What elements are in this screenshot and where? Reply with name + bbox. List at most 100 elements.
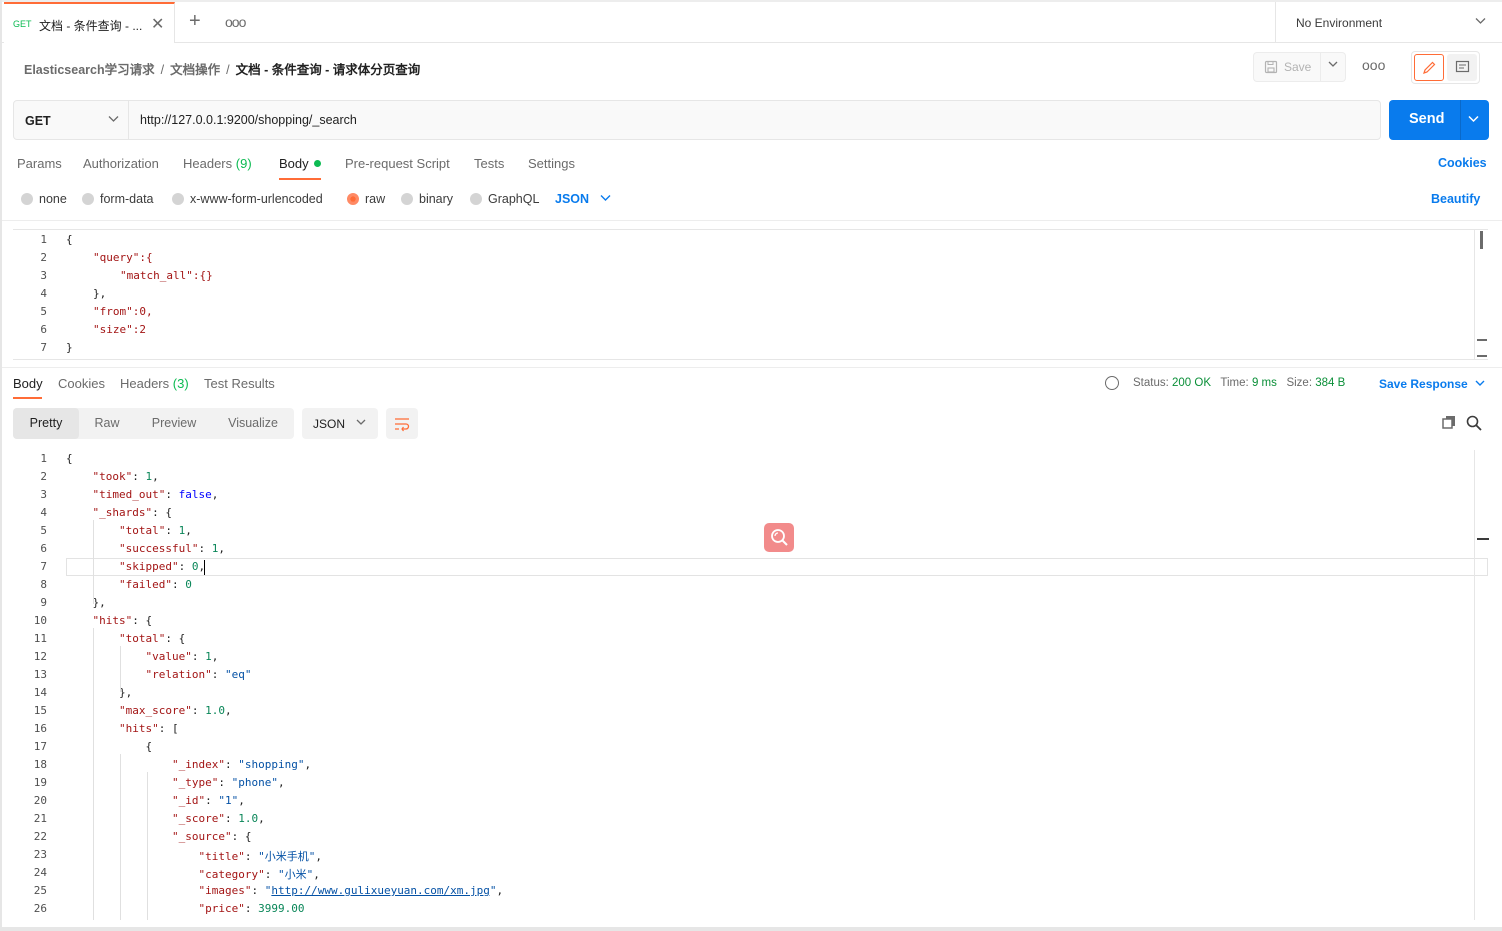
more-horizontal-icon[interactable]: ooo bbox=[225, 14, 246, 30]
radio-label: form-data bbox=[100, 192, 154, 206]
code-line: "from":0, bbox=[93, 305, 153, 318]
code-line: "value": 1, bbox=[145, 650, 219, 663]
tab-body[interactable]: Body bbox=[279, 156, 321, 171]
response-tab-headers[interactable]: Headers (3) bbox=[120, 376, 189, 391]
tab-settings[interactable]: Settings bbox=[528, 156, 575, 171]
code-line: } bbox=[66, 341, 73, 354]
time-value: 9 ms bbox=[1251, 377, 1277, 389]
radio-circle bbox=[82, 193, 94, 205]
url-input[interactable]: http://127.0.0.1:9200/shopping/_search bbox=[140, 113, 357, 127]
radio-none[interactable]: none bbox=[21, 192, 67, 206]
indent-guide bbox=[120, 646, 121, 692]
breadcrumb-collection[interactable]: Elasticsearch学习请求 bbox=[24, 63, 155, 77]
code-line: "_score": 1.0, bbox=[172, 812, 265, 825]
line-number: 3 bbox=[40, 488, 47, 501]
scrollbar[interactable] bbox=[1474, 450, 1489, 920]
view-raw-button[interactable]: Raw bbox=[87, 408, 127, 439]
code-line: "_source": { bbox=[172, 830, 252, 843]
chevron-down-icon[interactable] bbox=[1468, 113, 1479, 127]
code-line: { bbox=[145, 740, 153, 753]
save-response-button[interactable]: Save Response bbox=[1379, 377, 1485, 391]
code-line: "images": "http://www.gulixueyuan.com/xm… bbox=[198, 884, 504, 897]
line-number: 11 bbox=[33, 632, 47, 645]
line-number: 2 bbox=[40, 251, 47, 264]
line-number: 7 bbox=[40, 341, 47, 354]
code-line: "size":2 bbox=[93, 323, 146, 336]
code-line: }, bbox=[92, 596, 106, 609]
scrollbar-thumb[interactable] bbox=[1480, 231, 1483, 249]
line-number: 6 bbox=[40, 323, 47, 336]
tab-method-badge: GET bbox=[13, 19, 32, 29]
line-number: 20 bbox=[33, 794, 47, 807]
code-line: "_id": "1", bbox=[172, 794, 245, 807]
environment-selector[interactable]: No Environment bbox=[1275, 2, 1502, 43]
code-line: "_shards": { bbox=[92, 506, 172, 519]
code-line: "relation": "eq" bbox=[145, 668, 252, 681]
scrollbar[interactable] bbox=[1474, 229, 1489, 360]
chevron-down-icon[interactable] bbox=[600, 192, 611, 206]
tab-prerequest-script[interactable]: Pre-request Script bbox=[345, 156, 450, 171]
tab-headers[interactable]: Headers (9) bbox=[183, 156, 252, 171]
radio-label: x-www-form-urlencoded bbox=[190, 192, 323, 206]
search-icon[interactable] bbox=[1466, 415, 1482, 431]
radio-binary[interactable]: binary bbox=[401, 192, 453, 206]
radio-label: binary bbox=[419, 192, 454, 206]
response-status: Status: 200 OK Time: 9 ms Size: 384 B bbox=[1133, 377, 1345, 389]
tab-authorization[interactable]: Authorization bbox=[83, 156, 159, 171]
copy-icon[interactable] bbox=[1442, 415, 1456, 429]
code-line: "query":{ bbox=[93, 251, 153, 264]
line-number: 26 bbox=[33, 902, 47, 915]
radio-graphql[interactable]: GraphQL bbox=[470, 192, 539, 206]
wrap-lines-button[interactable] bbox=[386, 408, 418, 439]
save-response-label: Save Response bbox=[1379, 377, 1468, 391]
radio-raw[interactable]: raw bbox=[347, 192, 385, 206]
tab-params[interactable]: Params bbox=[17, 156, 62, 171]
globe-icon[interactable] bbox=[1105, 376, 1119, 390]
line-number: 21 bbox=[33, 812, 47, 825]
breadcrumb-folder[interactable]: 文档操作 bbox=[170, 63, 220, 77]
response-tab-test-results[interactable]: Test Results bbox=[204, 376, 275, 391]
edit-mode-button[interactable] bbox=[1414, 54, 1444, 81]
request-body-editor[interactable] bbox=[13, 229, 1488, 360]
close-icon[interactable]: ✕ bbox=[151, 14, 164, 34]
radio-form-data[interactable]: form-data bbox=[82, 192, 154, 206]
search-icon bbox=[771, 529, 788, 546]
text-cursor bbox=[204, 560, 205, 575]
breadcrumb-request[interactable]: 文档 - 条件查询 - 请求体分页查询 bbox=[236, 63, 421, 77]
line-number: 6 bbox=[40, 542, 47, 555]
tab-bar: GET 文档 - 条件查询 - ... ✕ + ooo No Environme… bbox=[2, 0, 1502, 43]
chevron-down-icon bbox=[356, 417, 366, 429]
floating-search-button[interactable] bbox=[764, 523, 794, 552]
response-format-select[interactable]: JSON bbox=[302, 408, 378, 439]
beautify-link[interactable]: Beautify bbox=[1431, 192, 1480, 206]
request-tab[interactable]: GET 文档 - 条件查询 - ... ✕ bbox=[4, 2, 175, 43]
body-format-select[interactable]: JSON bbox=[555, 192, 589, 206]
documentation-mode-button[interactable] bbox=[1447, 54, 1477, 81]
code-line: "category": "小米", bbox=[198, 868, 320, 881]
url-bar: GET http://127.0.0.1:9200/shopping/_sear… bbox=[13, 100, 1381, 140]
resize-handle[interactable] bbox=[1477, 339, 1487, 357]
line-number: 25 bbox=[33, 884, 47, 897]
cookies-link[interactable]: Cookies bbox=[1438, 156, 1487, 170]
line-number: 18 bbox=[33, 758, 47, 771]
active-tab-indicator bbox=[279, 178, 321, 180]
save-dropdown[interactable] bbox=[1321, 52, 1346, 82]
view-visualize-button[interactable]: Visualize bbox=[223, 408, 283, 439]
line-number: 8 bbox=[40, 578, 47, 591]
line-number: 7 bbox=[40, 560, 47, 573]
send-button[interactable]: Send bbox=[1389, 100, 1489, 140]
more-horizontal-icon[interactable]: ooo bbox=[1362, 57, 1385, 73]
view-pretty-button[interactable]: Pretty bbox=[13, 408, 79, 439]
plus-icon[interactable]: + bbox=[189, 10, 201, 33]
response-tab-cookies[interactable]: Cookies bbox=[58, 376, 105, 391]
view-preview-button[interactable]: Preview bbox=[145, 408, 203, 439]
tab-tests[interactable]: Tests bbox=[474, 156, 504, 171]
radio-urlencoded[interactable]: x-www-form-urlencoded bbox=[172, 192, 323, 206]
time-label: Time: bbox=[1220, 377, 1249, 389]
code-line: }, bbox=[93, 287, 107, 300]
method-select[interactable]: GET bbox=[14, 101, 129, 139]
response-tab-body[interactable]: Body bbox=[13, 376, 43, 391]
save-button[interactable]: Save bbox=[1253, 52, 1321, 82]
headers-count: (3) bbox=[172, 376, 189, 391]
indent-guide bbox=[147, 772, 148, 920]
